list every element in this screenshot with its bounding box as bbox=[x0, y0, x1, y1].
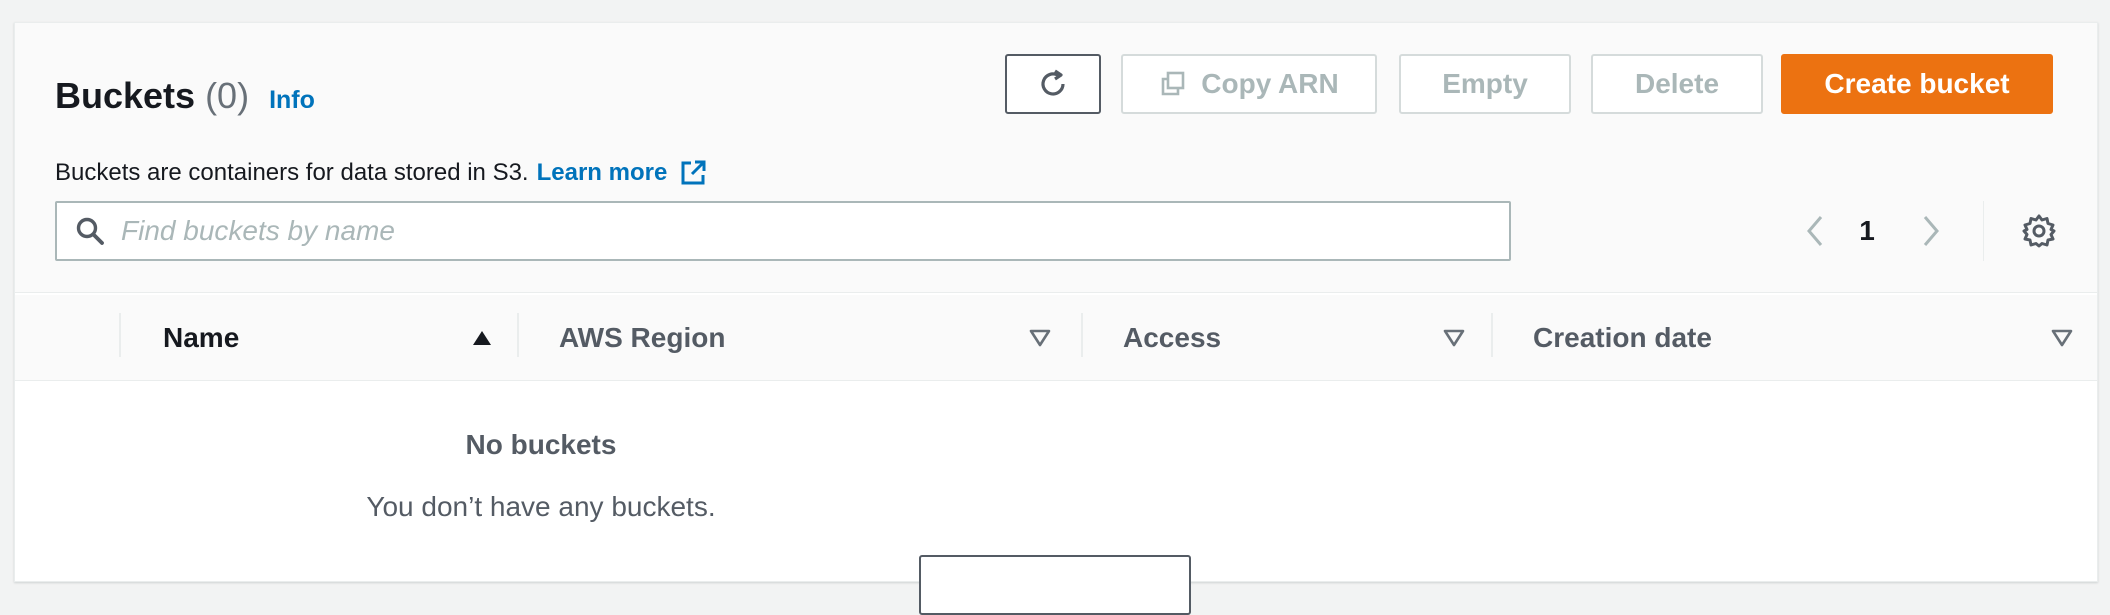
settings-gear-icon[interactable] bbox=[2021, 213, 2057, 254]
column-divider bbox=[119, 313, 121, 357]
column-creation-date-label: Creation date bbox=[1533, 322, 1712, 353]
column-divider bbox=[1491, 313, 1493, 357]
column-access-label: Access bbox=[1123, 322, 1222, 353]
copy-arn-label: Copy ARN bbox=[1201, 68, 1339, 99]
pagination-divider bbox=[1983, 201, 1984, 261]
buckets-panel: Buckets (0) Info Buckets are containers … bbox=[14, 22, 2098, 615]
column-aws-region[interactable]: AWS Region bbox=[559, 295, 1051, 381]
column-access[interactable]: Access bbox=[1123, 295, 1465, 381]
empty-state-title: No buckets bbox=[465, 429, 617, 460]
next-page-button[interactable] bbox=[1919, 211, 1943, 256]
empty-state-create-bucket-button[interactable] bbox=[919, 555, 1191, 615]
header-description: Buckets are containers for data stored i… bbox=[55, 159, 707, 187]
column-creation-date[interactable]: Creation date bbox=[1533, 295, 2073, 381]
page-title: Buckets bbox=[55, 75, 196, 116]
empty-state-description: You don’t have any buckets. bbox=[366, 491, 716, 522]
external-link-icon[interactable] bbox=[679, 159, 707, 187]
create-bucket-button[interactable]: Create bucket bbox=[1781, 54, 2053, 114]
buckets-header: Buckets (0) Info Buckets are containers … bbox=[15, 23, 2097, 293]
column-divider bbox=[517, 313, 519, 357]
bucket-count: (0) bbox=[205, 75, 250, 116]
copy-arn-button[interactable]: Copy ARN bbox=[1121, 54, 1377, 114]
sort-descending-icon bbox=[2051, 329, 2073, 347]
search-input[interactable] bbox=[121, 215, 1461, 247]
column-name-label: Name bbox=[163, 322, 240, 353]
sort-ascending-icon bbox=[471, 329, 493, 347]
search-field[interactable] bbox=[55, 201, 1511, 261]
current-page-number[interactable]: 1 bbox=[1855, 215, 1879, 247]
sort-descending-icon bbox=[1029, 329, 1051, 347]
column-name[interactable]: Name bbox=[163, 295, 493, 381]
refresh-icon bbox=[1036, 67, 1070, 101]
column-divider bbox=[1081, 313, 1083, 357]
previous-page-button[interactable] bbox=[1803, 211, 1827, 256]
empty-state: No buckets You don’t have any buckets. bbox=[15, 381, 2097, 615]
refresh-button[interactable] bbox=[1005, 54, 1101, 114]
description-text: Buckets are containers for data stored i… bbox=[55, 159, 529, 186]
copy-icon bbox=[1159, 70, 1187, 98]
column-region-label: AWS Region bbox=[559, 322, 726, 353]
info-link[interactable]: Info bbox=[269, 86, 315, 115]
learn-more-link[interactable]: Learn more bbox=[537, 159, 668, 187]
delete-button[interactable]: Delete bbox=[1591, 54, 1763, 114]
title-row: Buckets (0) Info bbox=[55, 75, 315, 117]
search-icon bbox=[75, 216, 105, 246]
table-header: Name AWS Region Access Creation date bbox=[15, 295, 2097, 381]
sort-descending-icon bbox=[1443, 329, 1465, 347]
empty-button[interactable]: Empty bbox=[1399, 54, 1571, 114]
